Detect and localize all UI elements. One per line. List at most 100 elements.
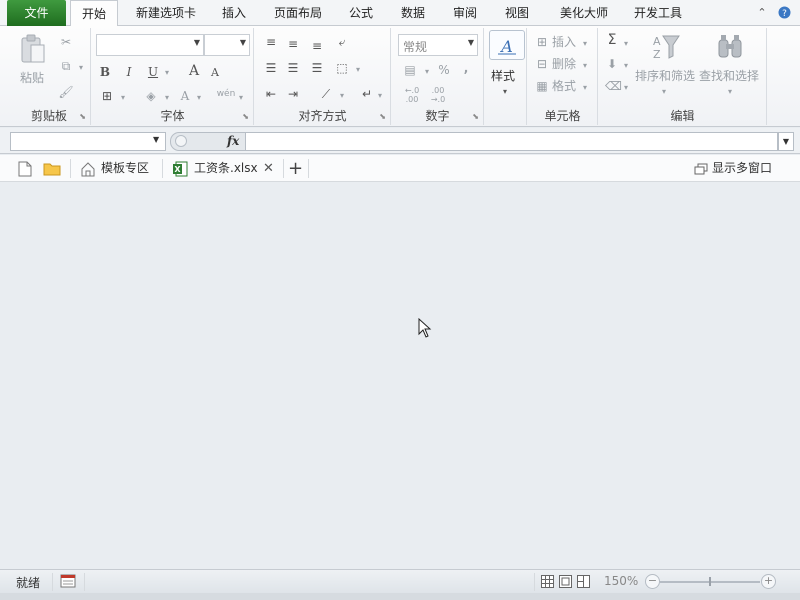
tab-view[interactable]: 视图 <box>496 0 538 26</box>
accounting-dropdown-icon[interactable]: ▾ <box>422 64 432 80</box>
name-box-dropdown-icon[interactable]: ▼ <box>153 135 159 144</box>
page-break-view-icon[interactable] <box>577 575 590 588</box>
phonetic-dropdown-icon[interactable]: ▾ <box>236 90 246 106</box>
format-dropdown-icon[interactable]: ▾ <box>580 80 590 96</box>
zoom-slider-thumb[interactable] <box>709 577 711 586</box>
add-tab-icon[interactable]: + <box>288 155 303 182</box>
font-launcher-icon[interactable]: ⬊ <box>242 112 249 121</box>
decrease-indent-icon[interactable]: ⇤ <box>263 86 279 102</box>
borders-dropdown-icon[interactable]: ▾ <box>118 90 128 106</box>
insert-function-icon[interactable]: fx <box>227 134 239 148</box>
borders-icon[interactable]: ⊞ <box>98 88 116 104</box>
grow-font-icon[interactable]: A <box>186 63 202 79</box>
binoculars-icon[interactable] <box>715 32 745 62</box>
help-icon[interactable]: ? <box>776 0 792 26</box>
show-multi-window-button[interactable]: 显示多窗口 <box>712 155 772 182</box>
insert-cells-label[interactable]: 插入 <box>552 34 576 50</box>
italic-icon[interactable]: I <box>122 64 136 80</box>
merge-dropdown-icon[interactable]: ▾ <box>353 62 363 78</box>
wrap-text-icon[interactable]: ⤶ <box>333 34 351 50</box>
multi-window-icon[interactable] <box>694 163 708 175</box>
page-layout-view-icon[interactable] <box>559 575 572 588</box>
home-icon[interactable] <box>80 161 96 177</box>
direction-dropdown-icon[interactable]: ▾ <box>375 88 385 104</box>
tab-developer[interactable]: 开发工具 <box>626 0 690 26</box>
expand-formula-icon[interactable]: ▼ <box>778 132 794 151</box>
merge-center-icon[interactable]: ⬚ <box>333 60 351 76</box>
copy-dropdown-icon[interactable]: ▾ <box>76 60 86 76</box>
delete-cells-icon[interactable]: ⊟ <box>534 56 550 72</box>
increase-decimal-icon[interactable]: ←.0.00 <box>400 86 424 104</box>
decrease-decimal-icon[interactable]: .00 →.0 <box>426 86 450 104</box>
zoom-out-button[interactable]: − <box>645 574 660 589</box>
font-color-dropdown-icon[interactable]: ▾ <box>194 90 204 106</box>
orientation-icon[interactable]: ⟋ <box>317 86 335 102</box>
paste-icon[interactable] <box>18 34 48 64</box>
align-middle-icon[interactable]: ≡ <box>285 36 301 52</box>
formula-toggle-icon[interactable] <box>175 135 187 147</box>
accounting-format-icon[interactable]: ▤ <box>400 62 420 78</box>
insert-cells-icon[interactable]: ⊞ <box>534 34 550 50</box>
macro-record-icon[interactable] <box>60 574 76 588</box>
number-launcher-icon[interactable]: ⬊ <box>472 112 479 121</box>
percent-icon[interactable]: % <box>436 62 452 78</box>
close-tab-icon[interactable]: ✕ <box>263 155 274 182</box>
sort-dropdown-icon[interactable]: ▾ <box>659 84 669 100</box>
tab-page-layout[interactable]: 页面布局 <box>266 0 330 26</box>
alignment-launcher-icon[interactable]: ⬊ <box>379 112 386 121</box>
align-center-icon[interactable]: ☰ <box>285 60 301 76</box>
open-folder-icon[interactable] <box>43 162 61 176</box>
sort-filter-icon[interactable]: AZ <box>649 32 681 62</box>
fill-dropdown-icon[interactable]: ▾ <box>162 90 172 106</box>
align-right-icon[interactable]: ☰ <box>309 60 325 76</box>
cut-icon[interactable]: ✂ <box>58 34 74 50</box>
copy-icon[interactable]: ⧉ <box>56 58 76 74</box>
autosum-dropdown-icon[interactable]: ▾ <box>621 36 631 52</box>
align-bottom-icon[interactable]: ≡ <box>309 38 325 54</box>
tab-insert[interactable]: 插入 <box>214 0 254 26</box>
phonetic-icon[interactable]: wén <box>216 86 236 102</box>
clear-icon[interactable]: ⌫ <box>605 78 622 94</box>
formula-input[interactable] <box>246 132 778 151</box>
normal-view-icon[interactable] <box>541 575 554 588</box>
styles-button[interactable]: A <box>489 30 525 60</box>
tab-beautify-master[interactable]: 美化大师 <box>548 0 620 26</box>
tab-data[interactable]: 数据 <box>392 0 434 26</box>
zoom-in-button[interactable]: + <box>761 574 776 589</box>
sort-filter-label[interactable]: 排序和筛选 <box>635 68 695 84</box>
align-top-icon[interactable]: ≡ <box>263 34 279 50</box>
clear-dropdown-icon[interactable]: ▾ <box>621 80 631 96</box>
format-cells-label[interactable]: 格式 <box>552 78 576 94</box>
fill-dropdown-icon[interactable]: ▾ <box>621 58 631 74</box>
tab-formulas[interactable]: 公式 <box>340 0 382 26</box>
comma-style-icon[interactable]: , <box>460 60 472 76</box>
text-direction-icon[interactable]: ↵ <box>359 86 375 102</box>
format-painter-icon[interactable]: 🖌 <box>58 84 74 100</box>
font-color-icon[interactable]: A <box>178 88 192 104</box>
tab-new-tab[interactable]: 新建选项卡 <box>124 0 208 26</box>
align-left-icon[interactable]: ☰ <box>263 60 279 76</box>
tab-payslip-file[interactable]: 工资条.xlsx <box>194 155 258 182</box>
fill-color-icon[interactable]: ◈ <box>142 88 160 104</box>
underline-dropdown-icon[interactable]: ▾ <box>162 65 172 81</box>
tab-home[interactable]: 开始 <box>70 0 118 27</box>
styles-dropdown-icon[interactable]: ▾ <box>500 84 510 100</box>
name-box[interactable] <box>10 132 166 151</box>
styles-label[interactable]: 样式 <box>491 68 515 84</box>
insert-dropdown-icon[interactable]: ▾ <box>580 36 590 52</box>
tab-file[interactable]: 文件 <box>7 0 66 26</box>
increase-indent-icon[interactable]: ⇥ <box>285 86 301 102</box>
tab-template-zone[interactable]: 模板专区 <box>101 155 149 182</box>
find-select-label[interactable]: 查找和选择 <box>699 68 759 84</box>
bold-icon[interactable]: B <box>98 64 112 80</box>
fill-icon[interactable]: ⬇ <box>605 56 619 72</box>
shrink-font-icon[interactable]: A <box>208 65 222 81</box>
format-cells-icon[interactable]: ▦ <box>534 78 550 94</box>
delete-dropdown-icon[interactable]: ▾ <box>580 58 590 74</box>
clipboard-launcher-icon[interactable]: ⬊ <box>79 112 86 121</box>
zoom-level[interactable]: 150% <box>604 574 638 588</box>
delete-cells-label[interactable]: 删除 <box>552 56 576 72</box>
new-document-icon[interactable] <box>18 161 32 177</box>
collapse-ribbon-icon[interactable]: ⌃ <box>754 0 770 26</box>
tab-review[interactable]: 审阅 <box>444 0 486 26</box>
